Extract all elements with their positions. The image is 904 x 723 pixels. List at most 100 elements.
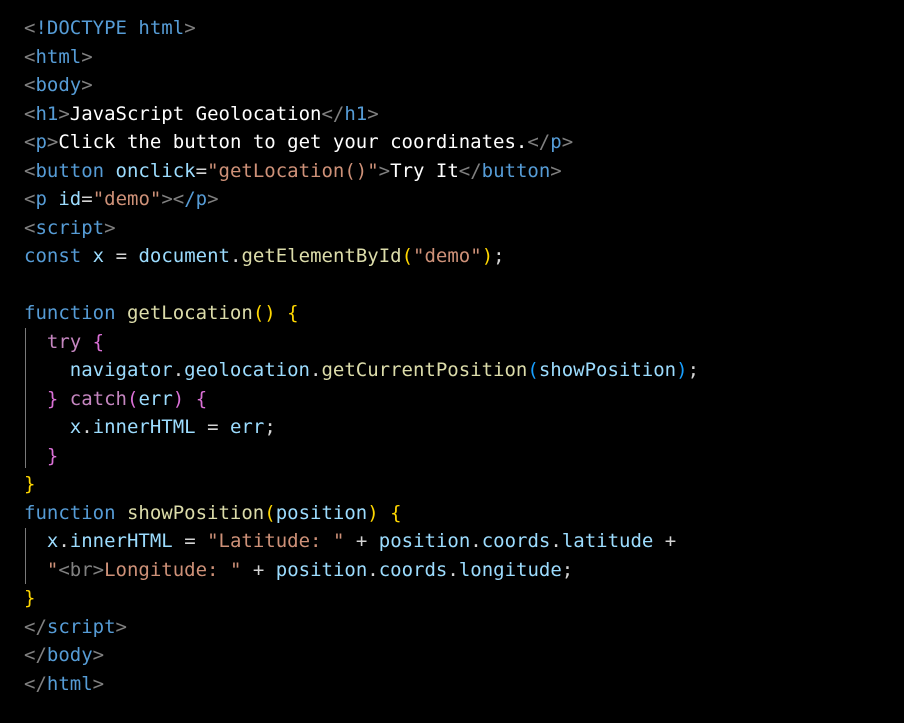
token: "demo": [92, 188, 162, 210]
token: }: [24, 473, 36, 495]
token: position: [378, 530, 471, 552]
token: innerHTML: [92, 416, 196, 438]
token: html: [35, 45, 82, 68]
token: button: [35, 159, 105, 182]
token: >: [58, 102, 70, 125]
token: .: [58, 530, 70, 552]
token: =: [195, 159, 208, 182]
token: ): [367, 501, 379, 524]
code-line: }: [24, 442, 699, 471]
token: err: [229, 416, 265, 438]
token: </: [24, 644, 47, 666]
code-line: function getLocation() {: [24, 299, 699, 328]
token: }: [24, 587, 36, 609]
code-block: <!DOCTYPE html> <html> <body> <h1>JavaSc…: [24, 14, 699, 698]
token: p: [550, 131, 562, 153]
token: >: [184, 17, 196, 39]
token: innerHTML: [69, 530, 173, 552]
token: catch: [69, 387, 127, 410]
code-line: "<br>Longitude: " + position.coords.long…: [24, 556, 699, 585]
token: "Latitude: ": [207, 530, 345, 552]
token: x: [92, 245, 105, 267]
token: .: [367, 558, 379, 581]
token: +: [664, 530, 677, 552]
token: html: [46, 672, 93, 695]
code-line: <html>: [24, 43, 699, 72]
token: ;: [264, 416, 276, 438]
token: >: [378, 159, 391, 182]
token: longitude: [458, 558, 562, 581]
token: +: [355, 530, 368, 552]
token: h1: [344, 102, 368, 125]
code-line: try {: [24, 328, 699, 357]
code-line: x.innerHTML = "Latitude: " + position.co…: [24, 527, 699, 556]
token: <: [24, 45, 36, 68]
token: </: [527, 131, 551, 153]
code-line: </body>: [24, 641, 699, 670]
token: button: [481, 159, 551, 182]
code-line: <button onclick="getLocation()">Try It</…: [24, 157, 699, 186]
token: ): [172, 387, 185, 410]
code-line: function showPosition(position) {: [24, 499, 699, 528]
token: >: [92, 672, 105, 695]
token: !DOCTYPE: [35, 17, 127, 39]
token: "demo": [413, 245, 482, 267]
token: >: [207, 188, 219, 210]
token: >: [92, 644, 105, 666]
token: =: [81, 188, 93, 210]
token: {: [287, 302, 299, 324]
token: }: [46, 444, 59, 467]
token: Longitude: ": [104, 558, 242, 581]
token: (: [264, 501, 276, 524]
token: position: [275, 558, 368, 581]
token: function: [24, 302, 116, 324]
token: }: [46, 387, 59, 410]
token: ): [481, 245, 494, 267]
token: >: [104, 216, 116, 239]
token: document: [138, 245, 230, 267]
token: showPosition: [538, 359, 677, 381]
code-line: <script>: [24, 214, 699, 243]
token: ": [46, 558, 59, 581]
token: </: [321, 102, 345, 125]
token: /p: [184, 188, 208, 210]
token: getElementById: [241, 245, 402, 267]
token: geolocation: [184, 359, 311, 381]
token: x: [69, 416, 82, 438]
token: position: [275, 501, 368, 524]
token: navigator: [69, 359, 173, 381]
token: ;: [561, 558, 574, 581]
token: =: [207, 416, 219, 438]
token: <: [24, 159, 36, 182]
token: <: [24, 131, 36, 153]
code-editor[interactable]: <!DOCTYPE html> <html> <body> <h1>JavaSc…: [0, 0, 904, 723]
token: onclick: [115, 159, 196, 182]
token: Click the button to get your coordinates…: [58, 131, 528, 153]
token: script: [46, 615, 116, 638]
token: .: [229, 245, 242, 267]
token: coords: [481, 530, 551, 552]
token: script: [35, 216, 105, 239]
token: >: [81, 74, 93, 96]
token: +: [252, 558, 265, 581]
code-line: <h1>JavaScript Geolocation</h1>: [24, 100, 699, 129]
token: >: [115, 615, 127, 638]
token: h1: [35, 102, 59, 125]
token: (: [401, 245, 414, 267]
code-line: navigator.geolocation.getCurrentPosition…: [24, 356, 699, 385]
token: p: [35, 131, 47, 153]
token: =: [115, 245, 128, 267]
token: function: [24, 501, 116, 524]
token: .: [447, 558, 459, 581]
code-line: } catch(err) {: [24, 385, 699, 414]
token: getCurrentPosition: [321, 359, 528, 381]
token: try: [46, 330, 82, 353]
token: (: [527, 359, 539, 381]
token: =: [184, 530, 196, 552]
token: .: [470, 530, 482, 552]
token: .: [550, 530, 562, 552]
token: (): [252, 302, 276, 324]
token: p: [35, 188, 47, 210]
token: ): [676, 359, 688, 381]
